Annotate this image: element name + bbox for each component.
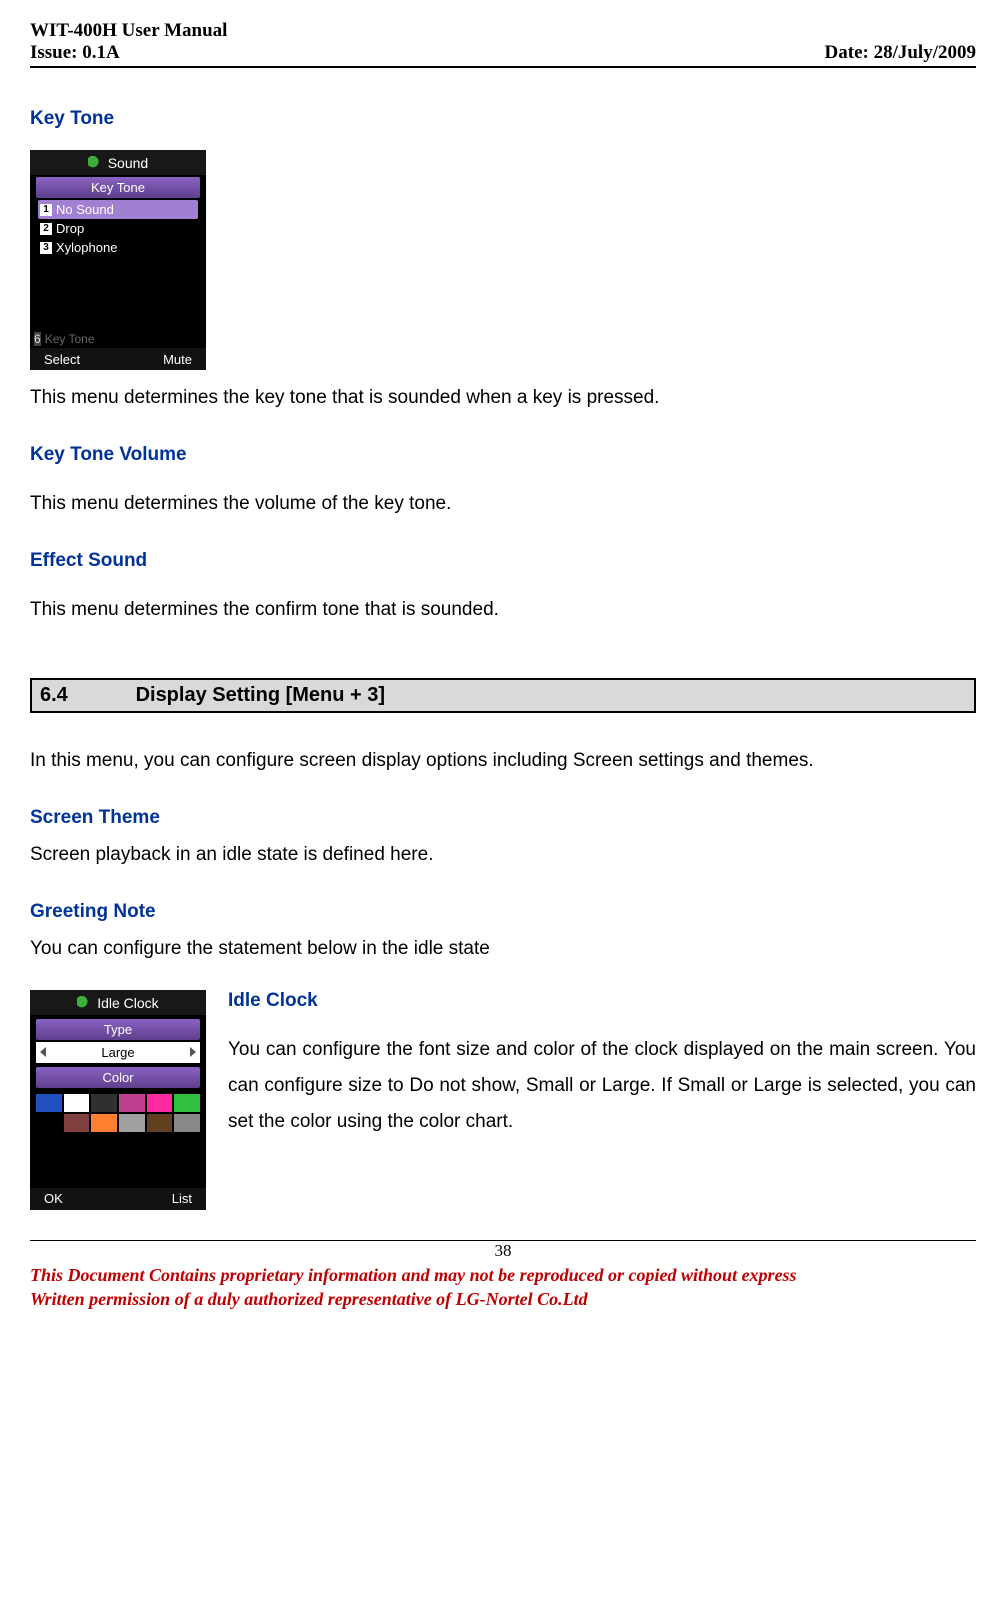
phone-softkeys: Select Mute (30, 348, 206, 370)
item-number-icon: 3 (40, 242, 52, 254)
idle-clock-block: Idle Clock Type Large Color OK List Idle… (30, 990, 976, 1210)
color-swatch (36, 1114, 62, 1132)
phone-title: Sound (30, 150, 206, 175)
color-swatch (119, 1094, 145, 1112)
list-item: 1 No Sound (38, 200, 198, 219)
para-key-tone-volume: This menu determines the volume of the k… (30, 486, 976, 522)
color-swatch (174, 1114, 200, 1132)
softkey-right: Mute (163, 352, 192, 367)
document-page: WIT-400H User Manual Issue: 0.1A Date: 2… (0, 0, 1006, 1331)
heading-greeting-note: Greeting Note (30, 901, 976, 923)
page-number: 38 (30, 1240, 976, 1261)
item-number-icon: 1 (40, 204, 52, 216)
doc-issue: Issue: 0.1A (30, 42, 120, 64)
footer-line1: This Document Contains proprietary infor… (30, 1263, 976, 1287)
phone-row-color: Color (36, 1067, 200, 1088)
footer-line2: Written permission of a duly authorized … (30, 1287, 976, 1311)
doc-date: Date: 28/July/2009 (825, 42, 976, 64)
color-grid (30, 1090, 206, 1132)
color-swatch (64, 1114, 90, 1132)
color-swatch (147, 1094, 173, 1112)
heading-key-tone: Key Tone (30, 108, 976, 130)
phone-title: Idle Clock (30, 990, 206, 1015)
phone-value-type: Large (36, 1042, 200, 1063)
screenshot-idle-clock: Idle Clock Type Large Color OK List (30, 990, 206, 1210)
phone-faded-text: Key Tone (45, 332, 95, 346)
leaf-icon (77, 996, 93, 1010)
doc-title: WIT-400H User Manual (30, 20, 976, 42)
phone-title-text: Idle Clock (97, 995, 158, 1011)
leaf-icon (88, 156, 104, 170)
heading-screen-theme: Screen Theme (30, 807, 976, 829)
color-swatch (64, 1094, 90, 1112)
page-header: WIT-400H User Manual Issue: 0.1A Date: 2… (30, 20, 976, 68)
list-item: 3 Xylophone (38, 238, 198, 257)
section-bar: 6.4 Display Setting [Menu + 3] (30, 678, 976, 713)
phone-title-text: Sound (108, 155, 148, 171)
section-title: Display Setting [Menu + 3] (136, 684, 385, 706)
list-item: 2 Drop (38, 219, 198, 238)
item-number-icon: 2 (40, 223, 52, 235)
color-swatch (174, 1094, 200, 1112)
para-screen-theme: Screen playback in an idle state is defi… (30, 837, 976, 873)
phone-row-type: Type (36, 1019, 200, 1040)
color-swatch (36, 1094, 62, 1112)
para-key-tone: This menu determines the key tone that i… (30, 380, 976, 416)
page-footer: 38 This Document Contains proprietary in… (30, 1240, 976, 1312)
screenshot-key-tone: Sound Key Tone 1 No Sound 2 Drop 3 Xylop… (30, 150, 206, 370)
item-label: Xylophone (56, 240, 117, 255)
para-effect-sound: This menu determines the confirm tone th… (30, 592, 976, 628)
softkey-right: List (172, 1191, 192, 1206)
color-swatch (147, 1114, 173, 1132)
color-swatch (91, 1094, 117, 1112)
para-greeting-note: You can configure the statement below in… (30, 931, 976, 967)
color-swatch (119, 1114, 145, 1132)
phone-subtitle: Key Tone (36, 177, 200, 198)
item-number-icon: 6 (34, 332, 41, 346)
phone-softkeys: OK List (30, 1188, 206, 1210)
item-label: Drop (56, 221, 84, 236)
para-display-intro: In this menu, you can configure screen d… (30, 743, 976, 779)
color-swatch (91, 1114, 117, 1132)
softkey-left: OK (44, 1191, 63, 1206)
phone-list: 1 No Sound 2 Drop 3 Xylophone (30, 200, 206, 257)
item-label: No Sound (56, 202, 114, 217)
section-number: 6.4 (40, 684, 130, 707)
heading-effect-sound: Effect Sound (30, 550, 976, 572)
softkey-left: Select (44, 352, 80, 367)
phone-faded-row: 6 Key Tone (34, 332, 95, 346)
heading-key-tone-volume: Key Tone Volume (30, 444, 976, 466)
